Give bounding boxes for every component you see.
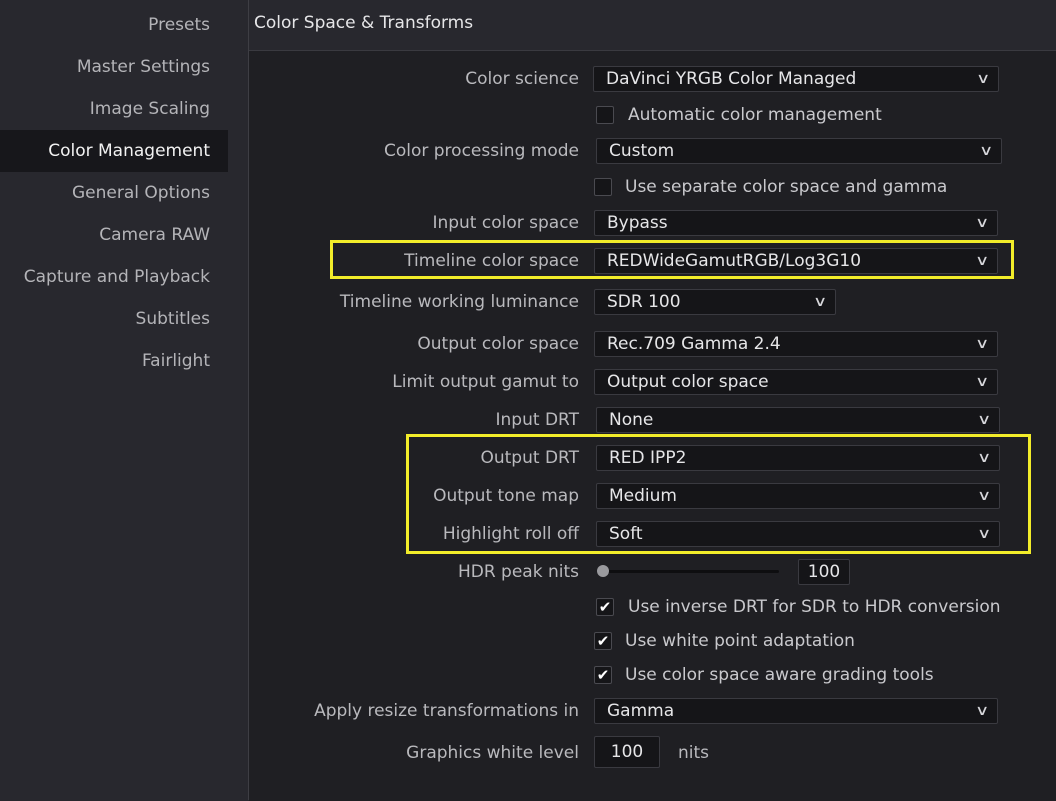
input-color-space-dropdown[interactable]: Bypass ∨ <box>594 210 998 236</box>
limit-gamut-label: Limit output gamut to <box>392 372 579 392</box>
graphics-white-unit: nits <box>678 743 710 763</box>
checkmark-icon: ✔ <box>596 632 610 650</box>
white-point-label: Use white point adaptation <box>625 631 855 651</box>
highlight-rolloff-dropdown[interactable]: Soft ∨ <box>596 521 1000 547</box>
chevron-down-icon: ∨ <box>975 71 991 87</box>
hdr-peak-slider-track[interactable] <box>603 570 779 573</box>
chevron-down-icon: ∨ <box>974 703 990 719</box>
auto-color-management-label: Automatic color management <box>628 105 882 125</box>
highlight-rolloff-value: Soft <box>609 524 643 544</box>
chevron-down-icon: ∨ <box>976 450 992 466</box>
timeline-luminance-label: Timeline working luminance <box>339 292 579 312</box>
section-title: Color Space & Transforms <box>254 13 474 33</box>
chevron-down-icon: ∨ <box>974 374 990 390</box>
output-drt-value: RED IPP2 <box>609 448 687 468</box>
sidebar-item-color-management[interactable]: Color Management <box>0 130 228 172</box>
sidebar-item-fairlight[interactable]: Fairlight <box>142 340 210 382</box>
sidebar-item-general-options[interactable]: General Options <box>72 172 210 214</box>
timeline-color-space-value: REDWideGamutRGB/Log3G10 <box>607 251 862 271</box>
sidebar-item-camera-raw[interactable]: Camera RAW <box>99 214 210 256</box>
output-drt-dropdown[interactable]: RED IPP2 ∨ <box>596 445 1000 471</box>
graphics-white-input[interactable]: 100 <box>594 736 660 768</box>
color-science-dropdown[interactable]: DaVinci YRGB Color Managed ∨ <box>593 66 999 92</box>
resize-transform-label: Apply resize transformations in <box>314 701 579 721</box>
color-processing-mode-value: Custom <box>609 141 675 161</box>
output-tone-map-label: Output tone map <box>433 486 579 506</box>
highlight-rolloff-label: Highlight roll off <box>442 524 579 544</box>
timeline-luminance-value: SDR 100 <box>607 292 681 312</box>
output-tone-map-value: Medium <box>609 486 677 506</box>
sidebar-item-capture-playback[interactable]: Capture and Playback <box>24 256 210 298</box>
sidebar-item-subtitles[interactable]: Subtitles <box>136 298 210 340</box>
hdr-peak-slider-handle[interactable] <box>597 565 609 577</box>
chevron-down-icon: ∨ <box>974 336 990 352</box>
separate-color-space-label: Use separate color space and gamma <box>625 177 948 197</box>
chevron-down-icon: ∨ <box>976 488 992 504</box>
checkmark-icon: ✔ <box>598 598 612 616</box>
chevron-down-icon: ∨ <box>976 526 992 542</box>
input-drt-dropdown[interactable]: None ∨ <box>596 407 1000 433</box>
chevron-down-icon: ∨ <box>812 294 828 310</box>
hdr-peak-nits-input[interactable]: 100 <box>798 559 850 585</box>
settings-sidebar: Presets Master Settings Image Scaling Co… <box>0 0 228 800</box>
resize-transform-value: Gamma <box>607 701 675 721</box>
sidebar-item-presets[interactable]: Presets <box>148 4 210 46</box>
sidebar-item-image-scaling[interactable]: Image Scaling <box>90 88 210 130</box>
input-drt-value: None <box>609 410 654 430</box>
chevron-down-icon: ∨ <box>978 143 994 159</box>
chevron-down-icon: ∨ <box>976 412 992 428</box>
color-science-value: DaVinci YRGB Color Managed <box>606 69 857 89</box>
chevron-down-icon: ∨ <box>974 253 990 269</box>
color-space-aware-checkbox[interactable]: ✔ <box>594 666 612 684</box>
sidebar-item-master-settings[interactable]: Master Settings <box>77 46 210 88</box>
color-science-label: Color science <box>465 69 579 89</box>
color-space-aware-label: Use color space aware grading tools <box>625 665 934 685</box>
auto-color-management-checkbox[interactable] <box>596 106 614 124</box>
input-color-space-value: Bypass <box>607 213 668 233</box>
checkmark-icon: ✔ <box>596 666 610 684</box>
inverse-drt-checkbox[interactable]: ✔ <box>596 598 614 616</box>
output-drt-label: Output DRT <box>480 448 579 468</box>
input-color-space-label: Input color space <box>432 213 579 233</box>
output-tone-map-dropdown[interactable]: Medium ∨ <box>596 483 1000 509</box>
limit-gamut-value: Output color space <box>607 372 769 392</box>
white-point-checkbox[interactable]: ✔ <box>594 632 612 650</box>
output-color-space-dropdown[interactable]: Rec.709 Gamma 2.4 ∨ <box>594 331 998 357</box>
color-processing-mode-label: Color processing mode <box>383 141 579 161</box>
resize-transform-dropdown[interactable]: Gamma ∨ <box>594 698 998 724</box>
hdr-peak-nits-label: HDR peak nits <box>457 562 579 582</box>
chevron-down-icon: ∨ <box>974 215 990 231</box>
limit-gamut-dropdown[interactable]: Output color space ∨ <box>594 369 998 395</box>
timeline-luminance-dropdown[interactable]: SDR 100 ∨ <box>594 289 836 315</box>
output-color-space-value: Rec.709 Gamma 2.4 <box>607 334 781 354</box>
timeline-color-space-dropdown[interactable]: REDWideGamutRGB/Log3G10 ∨ <box>594 248 998 274</box>
input-drt-label: Input DRT <box>495 410 579 430</box>
timeline-color-space-label: Timeline color space <box>404 251 579 271</box>
inverse-drt-label: Use inverse DRT for SDR to HDR conversio… <box>628 597 1001 617</box>
separate-color-space-checkbox[interactable] <box>594 178 612 196</box>
output-color-space-label: Output color space <box>417 334 579 354</box>
graphics-white-label: Graphics white level <box>406 743 579 763</box>
color-processing-mode-dropdown[interactable]: Custom ∨ <box>596 138 1002 164</box>
